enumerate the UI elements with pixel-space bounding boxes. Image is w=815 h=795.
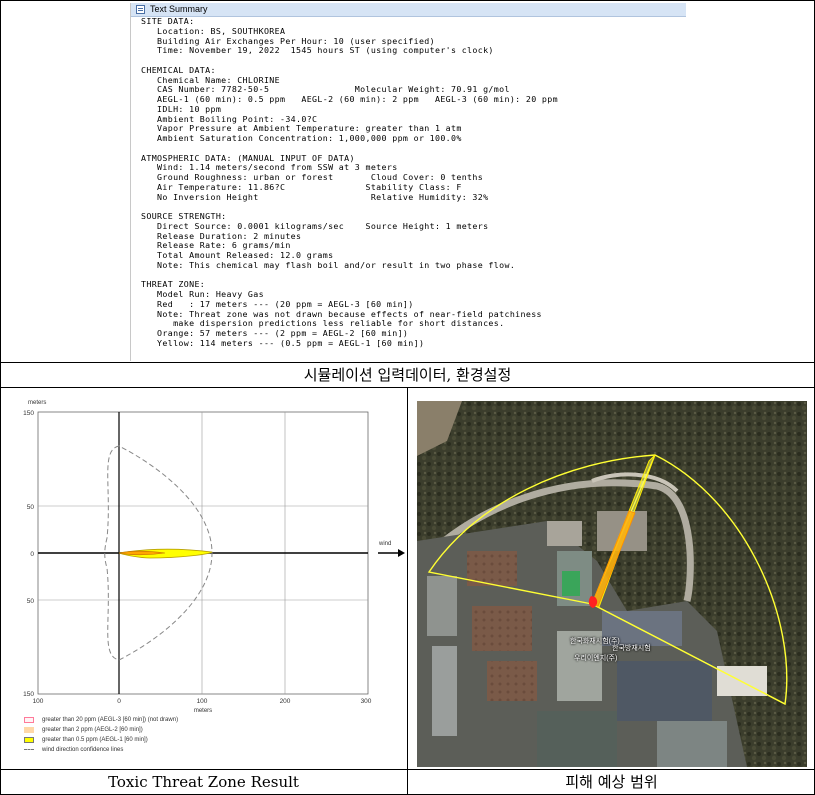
summary-line: Yellow: 114 meters --- (0.5 ppm = AEGL-1… bbox=[141, 337, 425, 348]
table-divider bbox=[407, 387, 408, 795]
summary-line: Air Temperature: 11.86?C Stability Class… bbox=[141, 181, 462, 192]
summary-line: Release Duration: 2 minutes bbox=[141, 230, 302, 241]
summary-line: Total Amount Released: 12.0 grams bbox=[141, 250, 334, 260]
x-tick-label: 300 bbox=[361, 698, 372, 705]
y-tick-label: 150 bbox=[23, 410, 34, 417]
y-tick-label: 0 bbox=[30, 551, 34, 558]
summary-line: Red : 17 meters --- (20 ppm = AEGL-3 [60… bbox=[141, 298, 414, 309]
threat-zone-plot: meters 150 50 0 50 150 100 0 100 200 300… bbox=[23, 400, 372, 714]
summary-line: Ambient Boiling Point: -34.0?C bbox=[141, 113, 318, 124]
summary-line: make dispersion predictions less reliabl… bbox=[141, 318, 505, 329]
summary-line: Model Run: Heavy Gas bbox=[141, 289, 264, 299]
summary-line: Note: This chemical may flash boil and/o… bbox=[141, 259, 516, 270]
summary-line: Release Rate: 6 grams/min bbox=[141, 240, 291, 251]
summary-line: Vapor Pressure at Ambient Temperature: g… bbox=[141, 123, 462, 134]
axis-units-bottom: meters bbox=[194, 708, 212, 714]
x-tick-label: 100 bbox=[197, 698, 208, 705]
summary-line: Building Air Exchanges Per Hour: 10 (use… bbox=[141, 35, 435, 46]
wind-label: wind bbox=[379, 541, 392, 547]
satellite-map bbox=[417, 401, 807, 767]
summary-line: SOURCE STRENGTH: bbox=[141, 211, 227, 221]
caption-damage-range: 피해 예상 범위 bbox=[565, 773, 658, 791]
summary-line: Chemical Name: CHLORINE bbox=[141, 74, 280, 85]
map-label: 한국방재시험 bbox=[612, 645, 651, 652]
summary-line: Direct Source: 0.0001 kilograms/sec Sour… bbox=[141, 220, 489, 231]
summary-line: ATMOSPHERIC DATA: (MANUAL INPUT OF DATA) bbox=[141, 152, 355, 163]
summary-line: THREAT ZONE: bbox=[141, 279, 206, 290]
summary-line: Wind: 1.14 meters/second from SSW at 3 m… bbox=[141, 162, 398, 173]
summary-line: AEGL-1 (60 min): 0.5 ppm AEGL-2 (60 min)… bbox=[141, 94, 558, 104]
legend-swatch bbox=[24, 737, 34, 743]
summary-line: CAS Number: 7782-50-5 Molecular Weight: … bbox=[141, 84, 510, 95]
summary-line: SITE DATA: bbox=[141, 16, 195, 26]
x-tick-label: 100 bbox=[33, 698, 44, 705]
legend-swatch bbox=[24, 749, 34, 750]
wind-arrow-icon bbox=[378, 549, 405, 557]
legend-swatch bbox=[24, 727, 34, 733]
axis-units-top: meters bbox=[28, 400, 46, 406]
window-titlebar[interactable]: Text Summary bbox=[131, 3, 686, 17]
x-tick-label: 200 bbox=[280, 698, 291, 705]
summary-text: SITE DATA: Location: BS, SOUTHKOREA Buil… bbox=[141, 16, 558, 349]
table-divider bbox=[0, 362, 815, 363]
map-label: 우리이엔지(주) bbox=[574, 655, 618, 662]
y-tick-label: 150 bbox=[23, 691, 34, 698]
summary-line: Note: Threat zone was not drawn because … bbox=[141, 308, 542, 319]
summary-line: Location: BS, SOUTHKOREA bbox=[141, 25, 286, 36]
y-tick-label: 50 bbox=[27, 598, 35, 605]
window-title: Text Summary bbox=[150, 4, 208, 14]
caption-simulation-input: 시뮬레이션 입력데이터, 환경설정 bbox=[303, 366, 512, 384]
summary-line: Orange: 57 meters --- (2 ppm = AEGL-2 [6… bbox=[141, 328, 409, 338]
text-summary-window: Text Summary SITE DATA: Location: BS, SO… bbox=[130, 3, 686, 361]
y-tick-label: 50 bbox=[27, 504, 35, 511]
caption-threat-zone: Toxic Threat Zone Result bbox=[108, 773, 299, 791]
summary-line: No Inversion Height Relative Humidity: 3… bbox=[141, 191, 489, 202]
summary-line: Ground Roughness: urban or forest Cloud … bbox=[141, 172, 484, 182]
window-icon bbox=[136, 5, 145, 14]
legend-swatch bbox=[24, 717, 34, 723]
summary-line: CHEMICAL DATA: bbox=[141, 64, 216, 75]
summary-line: IDLH: 10 ppm bbox=[141, 103, 222, 114]
x-tick-label: 0 bbox=[117, 698, 121, 705]
summary-line: Ambient Saturation Concentration: 1,000,… bbox=[141, 133, 462, 143]
summary-line: Time: November 19, 2022 1545 hours ST (u… bbox=[141, 45, 494, 56]
